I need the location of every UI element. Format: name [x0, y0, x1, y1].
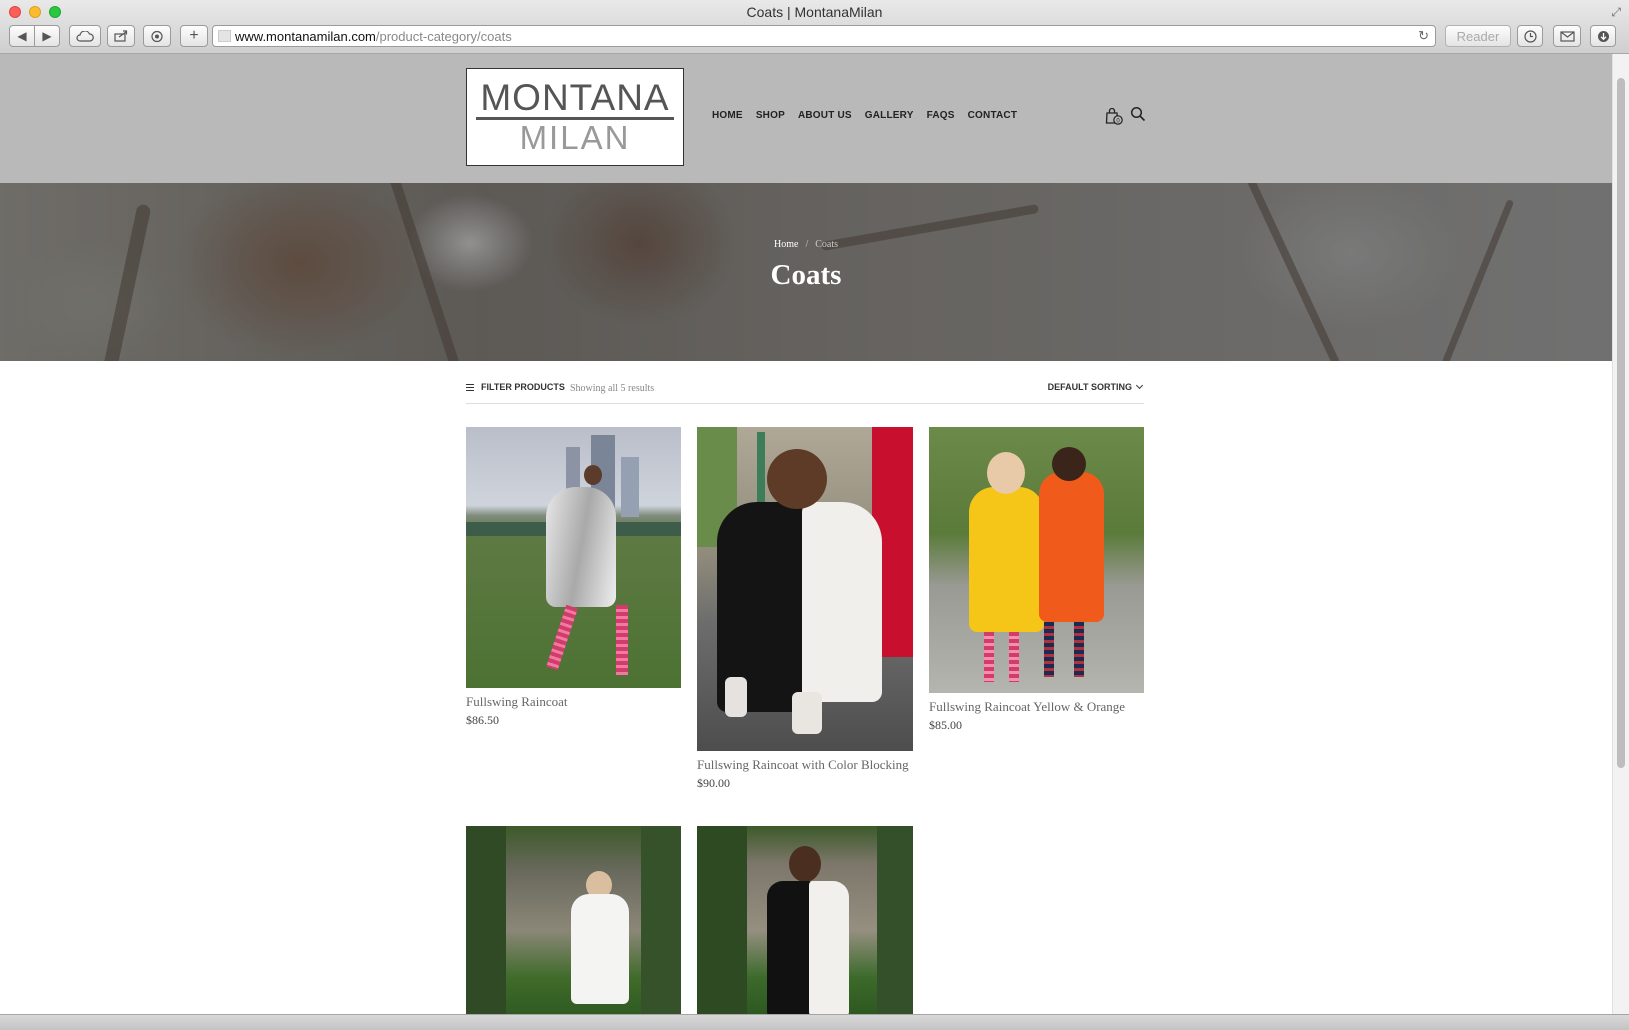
product-price: $90.00 — [697, 776, 730, 790]
address-bar[interactable]: www.montanamilan.com/product-category/co… — [212, 25, 1436, 47]
url-path: /product-category/coats — [375, 28, 512, 44]
plus-icon: + — [189, 27, 199, 44]
icloud-tabs-button[interactable] — [69, 25, 101, 47]
back-arrow-icon: ◀ — [17, 29, 27, 43]
fullscreen-icon[interactable]: ⤢ — [1611, 5, 1621, 20]
downloads-button[interactable] — [1590, 25, 1616, 47]
product-image[interactable] — [697, 826, 913, 1014]
back-button[interactable]: ◀ — [9, 25, 35, 47]
cloud-icon — [76, 30, 94, 42]
scrollbar-thumb[interactable] — [1617, 78, 1625, 768]
product-name[interactable]: Fullswing Raincoat — [466, 694, 681, 710]
filter-icon — [466, 383, 474, 391]
product-image[interactable] — [466, 427, 681, 688]
product-card[interactable]: Fullswing Raincoat $86.50 — [466, 427, 681, 728]
reload-icon[interactable]: ↻ — [1418, 28, 1429, 44]
url-host: www.montanamilan.com — [235, 28, 376, 44]
nav-gallery[interactable]: GALLERY — [865, 110, 914, 121]
shopping-bag-icon[interactable]: 0 — [1104, 106, 1124, 126]
shield-icon — [151, 30, 163, 42]
share-button[interactable] — [107, 25, 135, 47]
window-title: Coats | MontanaMilan — [746, 4, 883, 20]
nav-contact[interactable]: CONTACT — [968, 110, 1018, 121]
product-card[interactable]: Fullswing Raincoat Yellow & Orange $85.0… — [929, 427, 1144, 733]
nav-faqs[interactable]: FAQS — [927, 110, 955, 121]
clock-icon — [1523, 29, 1537, 43]
site-logo[interactable]: MONTANA MILAN — [466, 68, 684, 166]
product-card[interactable] — [466, 826, 681, 1014]
sorting-label: DEFAULT SORTING — [1047, 382, 1132, 392]
sorting-dropdown[interactable]: DEFAULT SORTING — [1047, 381, 1144, 392]
search-icon[interactable] — [1130, 106, 1146, 122]
breadcrumb-separator: / — [805, 239, 809, 250]
nav-about-us[interactable]: ABOUT US — [798, 110, 852, 121]
filter-products-button[interactable]: FILTER PRODUCTS — [466, 382, 565, 392]
filter-products-label: FILTER PRODUCTS — [481, 382, 565, 392]
product-name[interactable]: Fullswing Raincoat Yellow & Orange — [929, 699, 1144, 715]
chevron-down-icon — [1135, 381, 1144, 390]
logo-text-top: MONTANA — [476, 78, 674, 120]
download-icon — [1597, 30, 1609, 42]
product-card[interactable] — [697, 826, 913, 1014]
history-button[interactable] — [1517, 25, 1543, 47]
status-bar — [0, 1014, 1629, 1030]
product-price: $86.50 — [466, 713, 499, 727]
page-viewport: MONTANA MILAN HOME SHOP ABOUT US GALLERY… — [0, 54, 1612, 1014]
page-title: Coats — [770, 259, 842, 291]
forward-button[interactable]: ▶ — [34, 25, 60, 47]
forward-arrow-icon: ▶ — [42, 29, 52, 43]
product-price: $85.00 — [929, 718, 962, 732]
nav-home[interactable]: HOME — [712, 110, 743, 121]
main-nav: HOME SHOP ABOUT US GALLERY FAQS CONTACT — [712, 110, 1017, 121]
privacy-button[interactable] — [143, 25, 171, 47]
vertical-scrollbar[interactable] — [1612, 54, 1629, 1014]
logo-text-bottom: MILAN — [519, 118, 631, 156]
product-name[interactable]: Fullswing Raincoat with Color Blocking — [697, 757, 913, 773]
mail-icon — [1559, 30, 1575, 42]
breadcrumb: Home / Coats — [0, 239, 1612, 250]
browser-toolbar: Coats | MontanaMilan ⤢ ◀ ▶ + www.montana… — [0, 0, 1629, 54]
site-header: MONTANA MILAN HOME SHOP ABOUT US GALLERY… — [0, 54, 1612, 183]
site-favicon-icon — [218, 30, 231, 42]
product-image[interactable] — [929, 427, 1144, 693]
breadcrumb-current: Coats — [815, 239, 838, 250]
nav-shop[interactable]: SHOP — [756, 110, 785, 121]
product-card[interactable]: Fullswing Raincoat with Color Blocking $… — [697, 427, 913, 791]
product-image[interactable] — [697, 427, 913, 751]
share-icon — [114, 30, 128, 42]
mail-button[interactable] — [1553, 25, 1581, 47]
page-hero-banner: Home / Coats Coats — [0, 183, 1612, 361]
results-count: Showing all 5 results — [570, 383, 655, 394]
shop-toolbar: FILTER PRODUCTS Showing all 5 results DE… — [466, 381, 1144, 404]
product-image[interactable] — [466, 826, 681, 1014]
breadcrumb-home-link[interactable]: Home — [774, 239, 798, 250]
reader-button[interactable]: Reader — [1445, 25, 1511, 47]
new-tab-button[interactable]: + — [180, 25, 208, 47]
